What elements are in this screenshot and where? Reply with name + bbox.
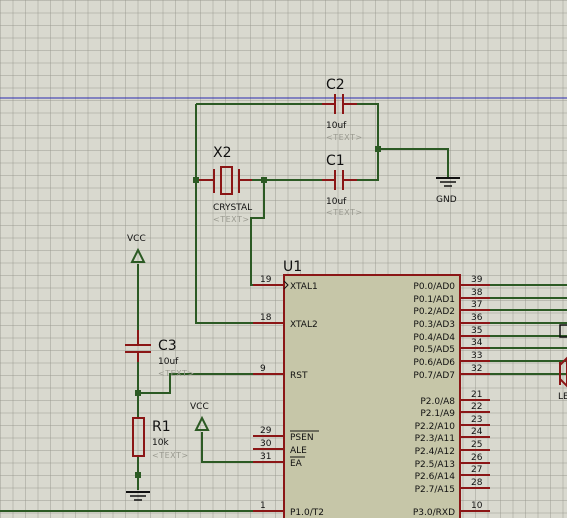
x2-ref: X2 (213, 145, 232, 161)
gnd-symbol[interactable]: GND (436, 172, 460, 205)
wire-xtal2-net[interactable] (195, 104, 253, 324)
c1-ref: C1 (326, 153, 345, 169)
vcc1-label: VCC (127, 234, 146, 244)
pin-number: 21 (471, 390, 482, 400)
pin-name: P2.5/A13 (415, 460, 455, 470)
pin-name: P0.1/AD1 (413, 295, 455, 305)
pin-name: P3.0/RXD (413, 508, 455, 518)
junction-dot (193, 177, 199, 183)
pin-number: 33 (471, 351, 482, 361)
pin-number: 19 (260, 275, 272, 285)
pin-number: 27 (471, 465, 482, 475)
c3-value: 10uf (158, 357, 179, 367)
junction-dot (375, 146, 381, 152)
pin-number: 34 (471, 338, 483, 348)
schematic-diagram[interactable]: C2 10uf <TEXT> C1 10uf <TEXT> X2 CRYSTAL… (0, 0, 567, 518)
r1-ref: R1 (152, 419, 171, 435)
vcc-symbol-1[interactable]: VCC (127, 234, 146, 263)
pin-number: 32 (471, 364, 482, 374)
pin-name: P0.0/AD0 (413, 282, 455, 292)
pin-number: 31 (260, 452, 271, 462)
pin-name: P2.0/A8 (420, 397, 455, 407)
pin-name: XTAL2 (290, 320, 318, 330)
u1-right-pins: 39 P0.0/AD0 38 P0.1/AD1 37 P0.2/AD2 36 P0.3/AD3… (413, 275, 567, 518)
pin-number: 37 (471, 300, 482, 310)
pin-number: 26 (471, 453, 483, 463)
vcc-symbol-2[interactable]: VCC (190, 402, 210, 431)
wire-gnd[interactable] (378, 148, 449, 172)
pin-number: 36 (471, 313, 483, 323)
ic-u1[interactable]: U1 19 XTAL1 18 XTAL2 9 RST 29 PSEN 30 ALE 31 EA 1 P1.… (253, 259, 567, 518)
pin-number: 1 (260, 501, 266, 511)
pin-name: P0.5/AD5 (413, 345, 455, 355)
c1-text: <TEXT> (326, 208, 363, 217)
vcc2-label: VCC (190, 402, 209, 412)
partial-led[interactable]: LE (558, 356, 567, 402)
wire-ea-vcc[interactable] (201, 432, 253, 463)
pin-number: 23 (471, 415, 482, 425)
c1-value: 10uf (326, 197, 347, 207)
pin-name: PSEN (290, 433, 314, 443)
pin-name: P1.0/T2 (290, 508, 324, 518)
gnd-symbol-r1[interactable] (126, 491, 150, 501)
pin-name: EA (290, 459, 303, 469)
capacitor-c1[interactable]: C1 10uf <TEXT> (322, 153, 363, 217)
c2-text: <TEXT> (326, 133, 363, 142)
pin-name: P2.7/A15 (415, 485, 455, 495)
pin-name: P2.1/A9 (420, 409, 455, 419)
pin-name: ALE (290, 446, 307, 456)
pin-name: P0.3/AD3 (413, 320, 455, 330)
gnd-label: GND (436, 195, 457, 205)
pin-name: P0.7/AD7 (413, 371, 455, 381)
capacitor-c3[interactable]: C3 10uf <TEXT> (125, 330, 195, 378)
pin-number: 28 (471, 478, 483, 488)
pin-number: 24 (471, 427, 483, 437)
pin-name: P2.6/A14 (415, 472, 456, 482)
pin-name: RST (290, 371, 308, 381)
pin-number: 30 (260, 439, 272, 449)
resistor-r1[interactable]: R1 10k <TEXT> (132, 417, 189, 460)
pin-name: P2.4/A12 (415, 447, 455, 457)
pin-number: 39 (471, 275, 483, 285)
pin-number: 38 (471, 288, 483, 298)
pin-number: 25 (471, 440, 482, 450)
c3-ref: C3 (158, 338, 177, 354)
junction-dot (135, 390, 141, 396)
c2-ref: C2 (326, 77, 345, 93)
x2-value: CRYSTAL (213, 203, 252, 213)
partial-led-label: LE (558, 392, 567, 402)
pin-name: P2.2/A10 (415, 422, 456, 432)
pin-name: P0.2/AD2 (413, 307, 455, 317)
x2-text: <TEXT> (213, 215, 250, 224)
crystal-x2[interactable]: X2 CRYSTAL <TEXT> (199, 145, 252, 224)
c3-text: <TEXT> (158, 369, 195, 378)
junction-dot (135, 472, 141, 478)
pin-number: 9 (260, 364, 266, 374)
pin-number: 10 (471, 501, 483, 511)
pin-name: XTAL1 (290, 282, 318, 292)
pin-number: 35 (471, 326, 482, 336)
pin-number: 22 (471, 402, 482, 412)
pin-name: P0.4/AD4 (413, 333, 455, 343)
wire-caps-right[interactable] (357, 103, 379, 181)
junction-dot (261, 177, 267, 183)
pin-number: 18 (260, 313, 272, 323)
capacitor-c2[interactable]: C2 10uf <TEXT> (322, 77, 363, 142)
pin-number: 29 (260, 426, 272, 436)
r1-value: 10k (152, 438, 169, 448)
pin-name: P0.6/AD6 (413, 358, 455, 368)
wire-xtal1-net[interactable] (250, 180, 265, 286)
wire-rst[interactable] (138, 373, 253, 394)
u1-ref: U1 (283, 259, 302, 275)
c2-value: 10uf (326, 121, 347, 131)
pin-name: P2.3/A11 (415, 434, 455, 444)
r1-text: <TEXT> (152, 451, 189, 460)
